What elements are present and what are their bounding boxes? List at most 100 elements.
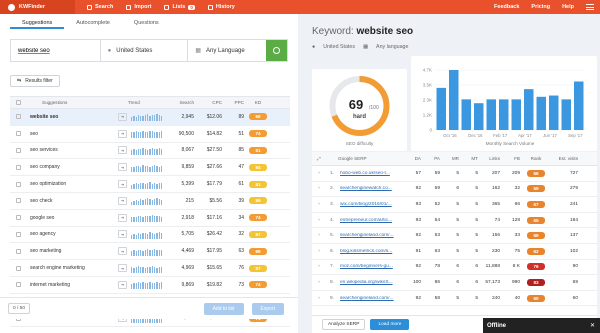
table-row[interactable]: seo services ➜ 8,067 $27.50 85 61 [10, 143, 290, 160]
add-to-list-button[interactable]: Add to list [203, 302, 244, 315]
location-field[interactable]: ● United States [101, 40, 189, 61]
col-links[interactable]: Links [478, 156, 500, 161]
keyword-input[interactable] [18, 47, 98, 54]
volume-bar[interactable] [486, 99, 497, 130]
volume-bar[interactable] [549, 95, 559, 130]
open-keyword-icon[interactable]: ➜ [118, 213, 127, 222]
serp-row[interactable]: › 5. searchengineland.com/... 92 53 5 5 … [312, 228, 597, 244]
serp-row[interactable]: › 6. blog.kissmetrics.com/s... 91 63 5 5… [312, 244, 597, 260]
volume-bar[interactable] [561, 99, 572, 130]
volume-bar[interactable] [499, 99, 509, 130]
expand-row-icon[interactable]: › [312, 202, 326, 207]
row-checkbox[interactable] [15, 231, 21, 237]
col-fb[interactable]: FB [500, 156, 520, 161]
serp-row[interactable]: › 1. hobo-web.co.uk/seo-t... 57 59 5 5 2… [312, 166, 597, 182]
col-est-visits[interactable]: Est. visits [552, 156, 582, 161]
language-field[interactable]: ▦ Any Language [188, 40, 266, 61]
serp-row[interactable]: › 8. en.wikipedia.org/wiki/S... 100 86 6… [312, 275, 597, 291]
table-row[interactable]: internet marketing ➜ 9,869 $19.82 73 74 [10, 277, 290, 294]
row-checkbox[interactable] [15, 198, 21, 204]
search-button[interactable] [266, 40, 287, 61]
expand-row-icon[interactable]: › [312, 171, 326, 176]
serp-url-link[interactable]: searchengineland.com/... [334, 233, 402, 238]
table-row[interactable]: seo ➜ 90,500 $14.82 51 74 [10, 126, 290, 143]
row-checkbox[interactable] [15, 282, 21, 288]
nav-history[interactable]: History [207, 4, 235, 10]
col-mt[interactable]: MT [459, 156, 478, 161]
open-keyword-icon[interactable]: ➜ [118, 196, 127, 205]
expand-row-icon[interactable]: › [312, 233, 326, 238]
open-keyword-icon[interactable]: ➜ [118, 230, 127, 239]
volume-bar[interactable] [511, 99, 522, 130]
serp-row[interactable]: › 3. wix.com/blog/2016/01/... 93 52 5 5 … [312, 197, 597, 213]
volume-bar[interactable] [524, 89, 534, 130]
serp-row[interactable]: › 4. entrepreneur.com/artic... 93 54 5 5… [312, 213, 597, 229]
table-row[interactable]: seo agency ➜ 5,705 $26.42 32 57 [10, 227, 290, 244]
nav-help[interactable]: Help [562, 4, 574, 10]
nav-lists[interactable]: Lists 0 [164, 4, 195, 10]
serp-row[interactable]: › 2. searchenginewatch.co... 92 59 6 5 1… [312, 182, 597, 198]
row-checkbox[interactable] [15, 164, 21, 170]
volume-bar[interactable] [574, 81, 584, 130]
serp-url-link[interactable]: moz.com/beginners-gu... [334, 264, 402, 269]
table-row[interactable]: website seo ➜ 2,945 $12.06 89 69 [10, 109, 290, 126]
open-keyword-icon[interactable]: ➜ [118, 180, 127, 189]
table-row[interactable]: seo company ➜ 9,859 $27.66 47 64 [10, 159, 290, 177]
col-search[interactable]: Search [168, 100, 198, 105]
export-button[interactable]: Export [251, 302, 284, 315]
volume-bar[interactable] [436, 87, 447, 130]
col-google-serp[interactable]: Google SERP [326, 156, 402, 161]
col-da[interactable]: DA [402, 156, 421, 161]
expand-row-icon[interactable]: › [312, 218, 326, 223]
row-checkbox[interactable] [15, 181, 21, 187]
serp-url-link[interactable]: blog.kissmetrics.com/s... [334, 249, 402, 254]
volume-bar[interactable] [536, 96, 547, 130]
load-more-button[interactable]: Load more [370, 319, 410, 330]
serp-url-link[interactable]: hobo-web.co.uk/seo-t... [334, 171, 402, 176]
row-checkbox[interactable] [15, 114, 21, 120]
open-keyword-icon[interactable]: ➜ [118, 247, 127, 256]
table-row[interactable]: seo marketing ➜ 4,469 $17.95 63 69 [10, 243, 290, 261]
nav-import[interactable]: Import [126, 4, 151, 10]
app-logo[interactable]: KWFinder [0, 0, 75, 14]
col-rank[interactable]: Rank [520, 156, 552, 161]
row-checkbox[interactable] [15, 215, 21, 221]
nav-feedback[interactable]: Feedback [494, 4, 519, 10]
table-row[interactable]: seo optimization ➜ 5,399 $17.79 61 61 [10, 176, 290, 193]
col-kd[interactable]: KD [246, 100, 270, 105]
serp-url-link[interactable]: searchenginewatch.co... [334, 186, 402, 191]
col-trend[interactable]: Trend [118, 100, 168, 105]
col-mr[interactable]: MR [440, 156, 459, 161]
hamburger-menu-icon[interactable] [586, 4, 594, 10]
close-icon[interactable]: ✕ [590, 322, 595, 329]
serp-url-link[interactable]: searchengineland.com/... [334, 296, 402, 301]
open-keyword-icon[interactable]: ➜ [118, 163, 127, 172]
expand-row-icon[interactable]: › [312, 186, 326, 191]
open-keyword-icon[interactable]: ➜ [118, 280, 127, 289]
expand-row-icon[interactable]: › [312, 296, 326, 301]
col-cpc[interactable]: CPC [198, 100, 224, 105]
keyword-field[interactable] [11, 40, 101, 61]
volume-bar[interactable] [474, 103, 484, 130]
serp-row[interactable]: › 9. searchengineland.com/... 92 58 5 5 … [312, 291, 597, 307]
open-keyword-icon[interactable]: ➜ [118, 129, 127, 138]
expand-row-icon[interactable]: › [312, 264, 326, 269]
tab-suggestions[interactable]: Suggestions [10, 18, 65, 29]
volume-bar[interactable] [449, 70, 459, 130]
open-keyword-icon[interactable]: ➜ [118, 264, 127, 273]
expand-icon[interactable]: ⤢ [312, 156, 326, 161]
tab-autocomplete[interactable]: Autocomplete [64, 18, 122, 29]
row-checkbox[interactable] [15, 131, 21, 137]
open-keyword-icon[interactable]: ➜ [118, 146, 127, 155]
row-checkbox[interactable] [15, 248, 21, 254]
table-row[interactable]: seo check ➜ 215 $5.56 39 59 [10, 193, 290, 210]
analyze-serp-button[interactable]: Analyze SERP [322, 319, 366, 330]
expand-row-icon[interactable]: › [312, 249, 326, 254]
select-all-checkbox[interactable] [15, 100, 21, 105]
col-suggestions[interactable]: Suggestions [26, 100, 118, 105]
tab-questions[interactable]: Questions [122, 18, 171, 29]
row-checkbox[interactable] [15, 147, 21, 153]
col-pa[interactable]: PA [421, 156, 440, 161]
results-filter-button[interactable]: ⇆ Results filter [10, 75, 60, 87]
serp-url-link[interactable]: wix.com/blog/2016/01/... [334, 202, 402, 207]
